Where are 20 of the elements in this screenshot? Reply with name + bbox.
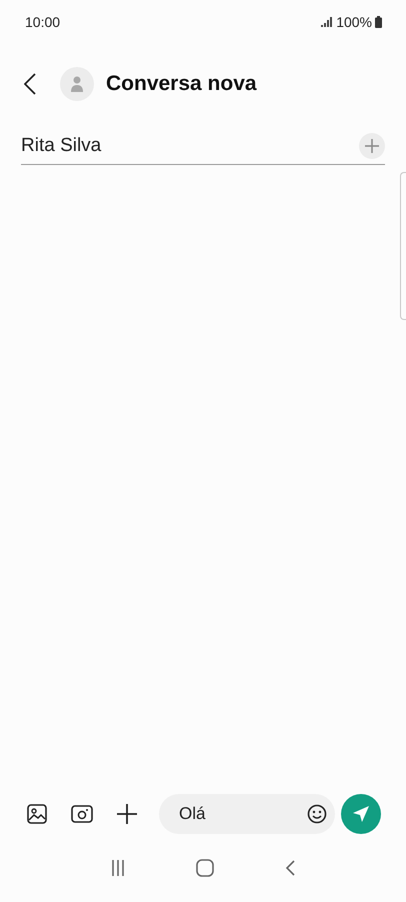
home-icon[interactable] <box>196 859 214 877</box>
battery-icon <box>375 16 382 28</box>
gallery-icon[interactable] <box>27 804 47 824</box>
recipient-field[interactable]: Rita Silva <box>21 128 385 165</box>
add-recipient-button[interactable] <box>359 133 385 159</box>
back-icon[interactable] <box>285 860 296 876</box>
send-icon <box>351 804 371 824</box>
recent-apps-icon[interactable] <box>110 860 125 876</box>
contact-avatar-icon <box>60 67 94 101</box>
message-field[interactable]: Olá <box>159 794 335 834</box>
send-button[interactable] <box>341 794 381 834</box>
camera-icon[interactable] <box>71 805 93 823</box>
status-time: 10:00 <box>25 14 60 30</box>
emoji-icon[interactable] <box>307 804 327 824</box>
screen-title: Conversa nova <box>106 72 257 96</box>
plus-icon <box>365 139 379 153</box>
battery-percent: 100% <box>336 14 372 30</box>
edge-panel-handle[interactable] <box>400 172 406 320</box>
signal-icon <box>321 17 334 27</box>
plus-icon[interactable] <box>117 804 137 824</box>
